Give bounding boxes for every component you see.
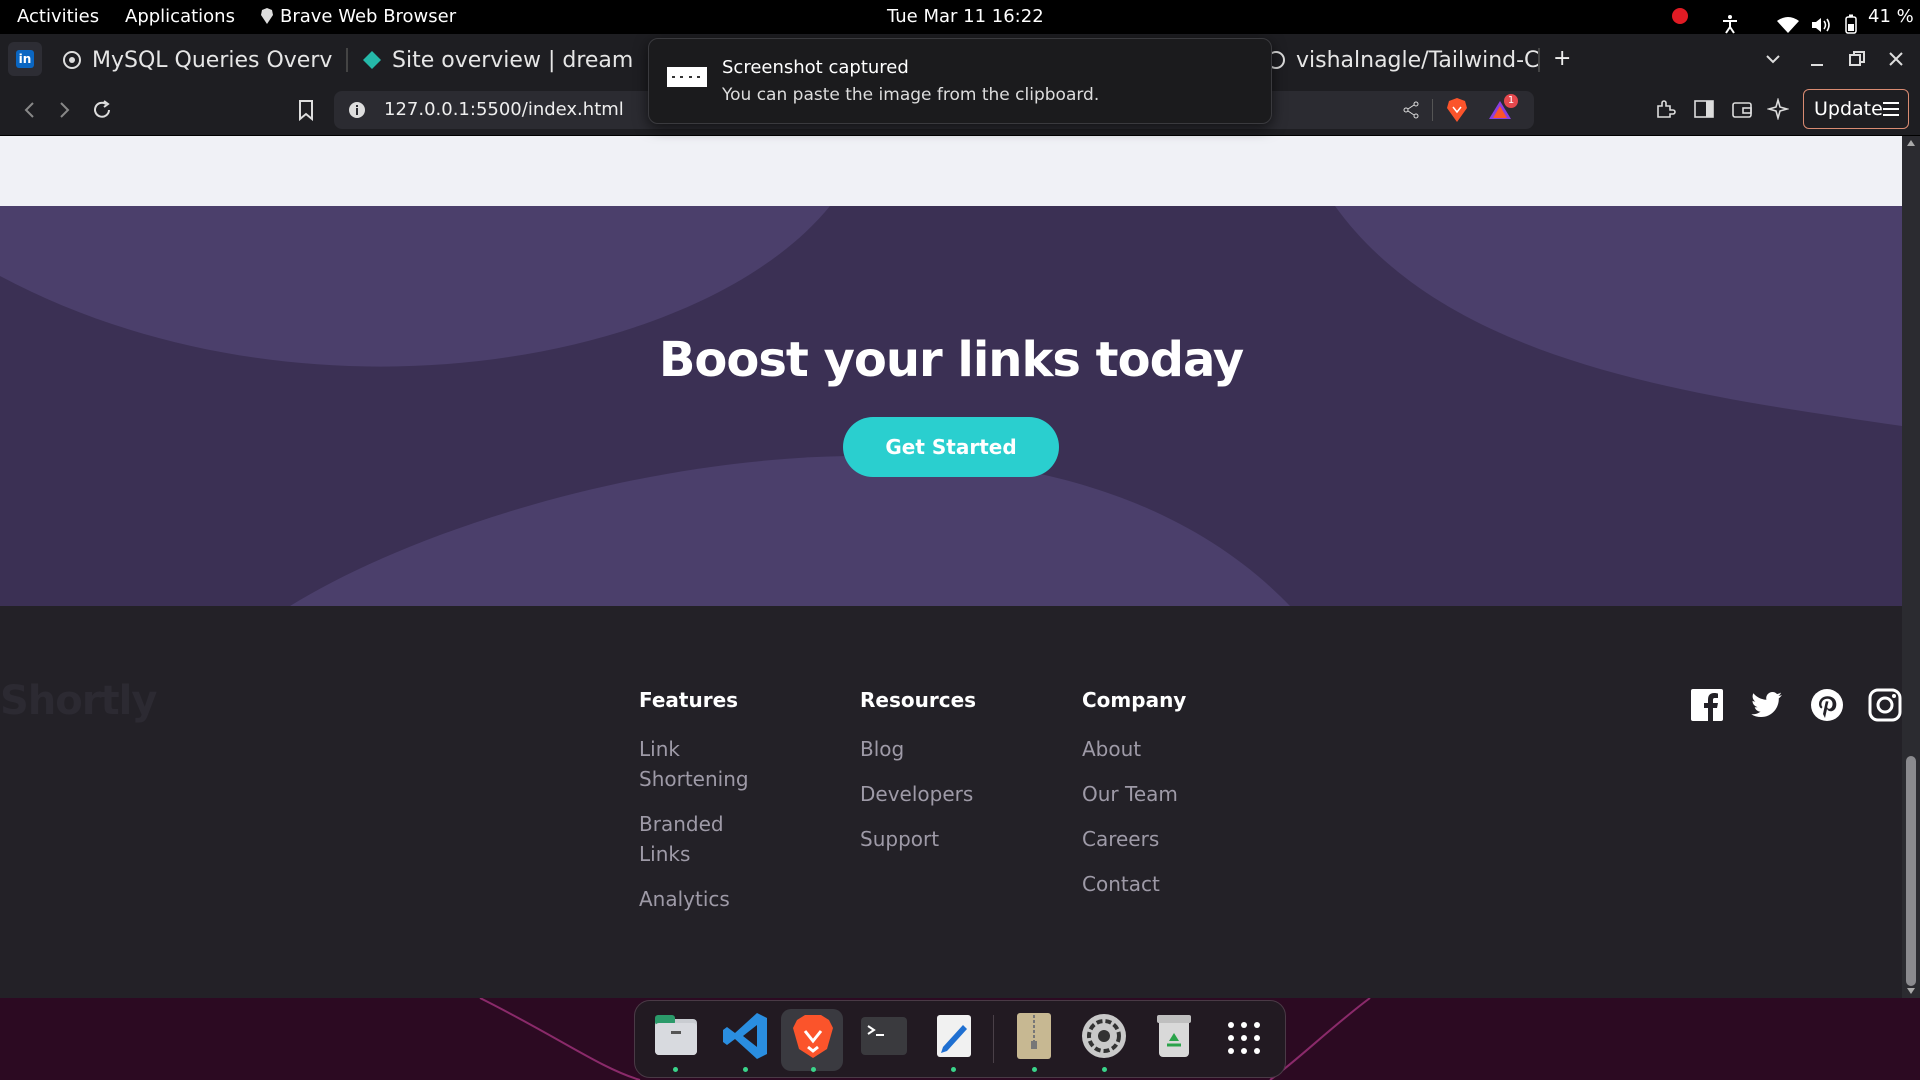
dock (634, 1000, 1286, 1078)
brave-app-indicator[interactable]: Brave Web Browser (260, 0, 456, 34)
footer-link-support[interactable]: Support (860, 824, 980, 854)
screenshot-notification[interactable]: Screenshot captured You can paste the im… (648, 38, 1272, 124)
footer-link-about[interactable]: About (1082, 734, 1202, 764)
instagram-icon[interactable] (1868, 688, 1902, 722)
get-started-button[interactable]: Get Started (843, 417, 1059, 477)
footer-column-title: Features (639, 688, 739, 712)
dock-separator (993, 1015, 994, 1063)
notification-body: You can paste the image from the clipboa… (722, 85, 1100, 105)
applications-menu[interactable]: Applications (125, 0, 235, 34)
tab-search-chevron-icon[interactable] (1764, 50, 1782, 68)
wallet-icon[interactable] (1731, 98, 1753, 120)
stats-section-bottom (0, 136, 1902, 206)
footer: Shortly Features Link Shortening Branded… (0, 606, 1902, 998)
boost-heading: Boost your links today (658, 332, 1244, 388)
new-tab-button[interactable]: + (1553, 34, 1571, 84)
bookmark-icon[interactable] (292, 96, 320, 124)
footer-link-link-shortening[interactable]: Link Shortening (639, 734, 759, 794)
sidebar-icon[interactable] (1693, 98, 1715, 120)
footer-link-careers[interactable]: Careers (1082, 824, 1202, 854)
brave-icon[interactable] (788, 1011, 838, 1061)
footer-link-branded-links[interactable]: Branded Links (639, 809, 759, 869)
files-icon[interactable] (651, 1011, 701, 1061)
url-text[interactable]: 127.0.0.1:5500/index.html (384, 91, 624, 129)
show-apps-icon[interactable] (1219, 1011, 1269, 1061)
site-info-icon[interactable] (348, 101, 366, 119)
running-indicator (1032, 1067, 1037, 1072)
extensions-icon[interactable] (1654, 98, 1676, 120)
settings-icon[interactable] (1079, 1011, 1129, 1061)
footer-link-contact[interactable]: Contact (1082, 869, 1202, 899)
boost-section: Boost your links today Get Started (0, 206, 1902, 606)
leo-ai-icon[interactable] (1767, 98, 1789, 120)
tab-title: MySQL Queries Overv (92, 47, 332, 73)
minimize-icon[interactable] (1808, 50, 1826, 68)
text-editor-icon[interactable] (929, 1011, 979, 1061)
battery-percent: 41 % (1868, 6, 1914, 27)
linkedin-icon: in (16, 50, 34, 68)
update-label: Update (1814, 98, 1883, 120)
running-indicator (743, 1067, 748, 1072)
footer-column-features: Features Link Shortening Branded Links A… (639, 688, 759, 929)
share-icon[interactable] (1402, 101, 1420, 119)
footer-link-developers[interactable]: Developers (860, 779, 980, 809)
scroll-down-icon[interactable] (1907, 988, 1915, 994)
footer-link-analytics[interactable]: Analytics (639, 884, 759, 914)
running-indicator (1102, 1067, 1107, 1072)
archive-manager-icon[interactable] (1009, 1011, 1059, 1061)
footer-column-resources: Resources Blog Developers Support (860, 688, 980, 869)
footer-link-blog[interactable]: Blog (860, 734, 980, 764)
scroll-up-icon[interactable] (1907, 140, 1915, 146)
running-indicator (951, 1067, 956, 1072)
netlify-icon (362, 50, 382, 70)
tab-title: Site overview | dreamy (392, 47, 632, 73)
do-not-disturb-icon[interactable] (1672, 8, 1688, 24)
boost-background-shapes (0, 206, 1902, 606)
terminal-icon[interactable] (859, 1011, 909, 1061)
footer-column-company: Company About Our Team Careers Contact (1082, 688, 1202, 914)
footer-logo[interactable]: Shortly (0, 678, 157, 724)
footer-link-our-team[interactable]: Our Team (1082, 779, 1202, 809)
running-indicator (673, 1067, 678, 1072)
openai-icon (62, 50, 82, 70)
running-indicator (811, 1067, 816, 1072)
tab-divider (1538, 48, 1540, 72)
facebook-icon[interactable] (1690, 688, 1724, 722)
forward-icon[interactable] (50, 96, 78, 124)
screenshot-icon (667, 67, 707, 87)
close-window-icon[interactable] (1887, 50, 1905, 68)
tab-dreamy[interactable]: Site overview | dreamy (362, 40, 632, 80)
vscode-icon[interactable] (721, 1011, 771, 1061)
system-top-bar: Activities Applications Brave Web Browse… (0, 0, 1920, 34)
brave-lion-small-icon (261, 8, 273, 24)
footer-column-title: Company (1082, 688, 1187, 712)
notification-title: Screenshot captured (722, 57, 909, 78)
hamburger-menu-icon (1883, 102, 1899, 116)
tab-divider (346, 48, 348, 72)
scrollbar-thumb[interactable] (1906, 756, 1916, 986)
tab-title: vishalnagle/Tailwind-C (1296, 47, 1540, 73)
pinterest-icon[interactable] (1810, 688, 1844, 722)
twitter-icon[interactable] (1750, 688, 1784, 722)
back-icon[interactable] (16, 96, 44, 124)
page-scrollbar[interactable] (1902, 136, 1920, 998)
urlbar-divider (1432, 99, 1433, 121)
tab-mysql[interactable]: MySQL Queries Overv (62, 40, 332, 80)
pinned-tab-linkedin[interactable]: in (8, 42, 42, 76)
clock[interactable]: Tue Mar 11 16:22 (887, 0, 1044, 34)
update-button[interactable]: Update (1803, 89, 1909, 129)
rewards-badge: 1 (1504, 94, 1518, 108)
page-viewport: Boost your links today Get Started Short… (0, 136, 1902, 998)
reload-icon[interactable] (88, 96, 116, 124)
brave-shields-icon[interactable] (1446, 98, 1468, 122)
restore-icon[interactable] (1848, 50, 1866, 68)
activities-button[interactable]: Activities (17, 0, 99, 34)
tab-github[interactable]: vishalnagle/Tailwind-C (1266, 40, 1546, 80)
trash-icon[interactable] (1149, 1011, 1199, 1061)
footer-column-title: Resources (860, 688, 977, 712)
app-name-label: Brave Web Browser (280, 6, 457, 27)
